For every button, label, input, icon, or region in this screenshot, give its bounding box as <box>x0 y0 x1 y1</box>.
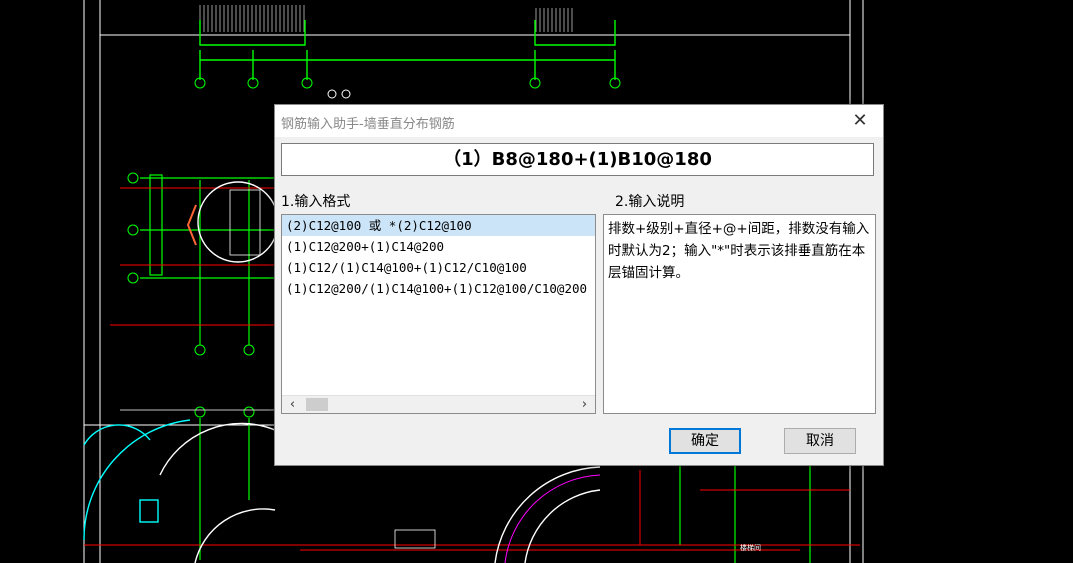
input-format-list[interactable]: (2)C12@100 或 *(2)C12@100 (1)C12@200+(1)C… <box>281 214 596 414</box>
dialog-title: 钢筋输入助手-墙垂直分布钢筋 <box>281 117 455 132</box>
rebar-formula-display[interactable]: （1）B8@180+(1)B10@180 <box>281 143 874 176</box>
scroll-right-icon[interactable]: › <box>576 396 593 413</box>
input-description-text: 排数+级别+直径+@+间距，排数没有输入时默认为2；输入"*"时表示该排垂直筋在… <box>603 214 876 414</box>
svg-text:楼梯间: 楼梯间 <box>740 543 761 552</box>
list-item[interactable]: (1)C12@200/(1)C14@100+(1)C12@100/C10@200 <box>282 278 595 299</box>
list-item[interactable]: (1)C12@200+(1)C14@200 <box>282 236 595 257</box>
cancel-button[interactable]: 取消 <box>784 428 856 454</box>
scroll-left-icon[interactable]: ‹ <box>284 396 301 413</box>
rebar-input-assistant-dialog: 钢筋输入助手-墙垂直分布钢筋 ✕ （1）B8@180+(1)B10@180 1.… <box>274 104 884 466</box>
ok-button[interactable]: 确定 <box>669 428 741 454</box>
input-format-label: 1.输入格式 <box>281 194 351 210</box>
list-item[interactable]: (1)C12/(1)C14@100+(1)C12/C10@100 <box>282 257 595 278</box>
close-icon[interactable]: ✕ <box>841 107 879 135</box>
list-item[interactable]: (2)C12@100 或 *(2)C12@100 <box>282 215 595 236</box>
dialog-title-bar[interactable]: 钢筋输入助手-墙垂直分布钢筋 ✕ <box>275 105 883 137</box>
input-description-label: 2.输入说明 <box>615 194 685 210</box>
scrollbar-thumb[interactable] <box>306 398 328 411</box>
horizontal-scrollbar[interactable]: ‹ › <box>282 395 595 413</box>
